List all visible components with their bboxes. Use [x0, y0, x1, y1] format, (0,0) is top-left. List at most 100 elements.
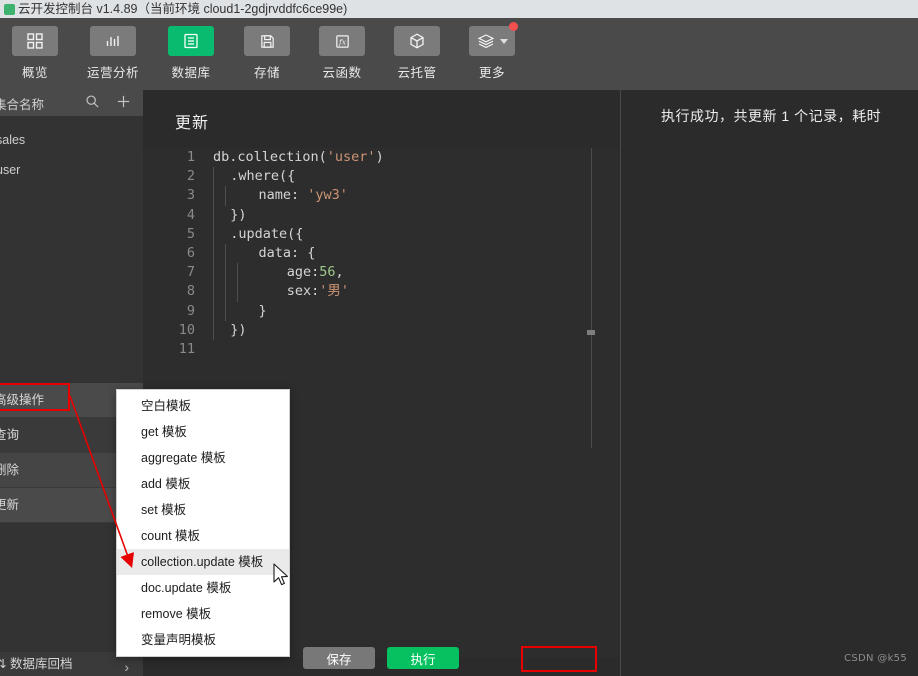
line-number: 10	[178, 321, 195, 338]
sidebar-header: 集合名称	[0, 90, 143, 116]
cloudbase-console-window: 云开发控制台 v1.4.89（当前环境 cloud1-2gdjrvddfc6ce…	[0, 0, 918, 676]
sidebar-header-title: 集合名称	[0, 97, 45, 112]
toolbar-item-database[interactable]: 数据库	[156, 26, 226, 81]
line-number: 1	[186, 149, 195, 165]
menu-item-template-1[interactable]: get 模板	[117, 419, 289, 445]
code-line: 4 })	[143, 205, 619, 225]
template-dropdown-menu: 空白模板 get 模板 aggregate 模板 add 模板 set 模板 count …	[116, 389, 290, 657]
code-line: 2 .where({	[143, 167, 619, 187]
indent-guide	[213, 263, 214, 283]
code-line: 10 })	[143, 320, 619, 340]
toolbar-label-cloudhosting: 云托管	[397, 66, 437, 80]
menu-item-template-0[interactable]: 空白模板	[117, 393, 289, 419]
toolbar-label-analytics: 运营分析	[86, 66, 139, 80]
toolbar-item-overview[interactable]: 概览	[0, 26, 70, 81]
line-number: 7	[186, 264, 195, 281]
menu-item-template-8[interactable]: remove 模板	[117, 601, 289, 627]
execution-result-message: 执行成功，共更新 1 个记录，耗时	[661, 108, 882, 124]
menu-item-label: remove 模板	[141, 607, 212, 621]
sort-arrows-icon: ⇅	[0, 657, 7, 671]
action-label: 更新	[0, 498, 20, 512]
toolbar-item-cloudfunction[interactable]: fx 云函数	[307, 26, 377, 81]
code-line: 8 sex:'男'	[143, 282, 619, 302]
svg-text:fx: fx	[337, 37, 346, 46]
function-fx-icon: fx	[319, 26, 365, 56]
database-restore-label: 数据库回档	[9, 657, 73, 671]
line-number: 8	[186, 283, 195, 300]
code-text: sex:'男'	[205, 282, 349, 302]
menu-item-label: add 模板	[141, 477, 191, 491]
indent-guide	[213, 243, 214, 264]
code-text: age:56,	[205, 263, 344, 283]
csdn-watermark: CSDN @k55	[844, 653, 907, 664]
search-icon[interactable]	[85, 94, 100, 114]
menu-item-template-7[interactable]: doc.update 模板	[117, 575, 289, 601]
run-button[interactable]: 执行	[387, 647, 459, 669]
line-number: 2	[186, 168, 195, 185]
line-number: 6	[186, 244, 195, 261]
code-text: }	[205, 301, 267, 321]
indent-guide	[213, 282, 214, 302]
line-number: 4	[186, 206, 195, 223]
line-number: 5	[186, 225, 195, 242]
toolbar-label-cloudfunction: 云函数	[322, 66, 362, 80]
collection-name: user	[0, 163, 21, 177]
indent-guide	[213, 301, 214, 321]
indent-guide	[225, 263, 226, 283]
cube-icon	[394, 26, 440, 56]
menu-item-template-9[interactable]: 变量声明模板	[117, 627, 289, 653]
code-line: 6 data: {	[143, 243, 619, 264]
code-line: 5 .update({	[143, 224, 619, 244]
code-line: 7 age:56,	[143, 263, 619, 283]
menu-item-label: 变量声明模板	[141, 633, 217, 647]
page-title: 更新	[175, 115, 210, 132]
toolbar-item-analytics[interactable]: 运营分析	[78, 26, 148, 81]
bar-chart-icon	[90, 26, 136, 56]
list-item[interactable]: user	[0, 155, 143, 185]
action-label: 高级操作	[0, 393, 45, 407]
code-text: db.collection('user')	[213, 149, 384, 165]
toolbar-item-storage[interactable]: 存储	[232, 26, 302, 81]
code-line: 3 name: 'yw3'	[143, 186, 619, 206]
toolbar-item-cloudhosting[interactable]: 云托管	[382, 26, 452, 81]
menu-item-label: count 模板	[141, 529, 201, 543]
window-title-bar: 云开发控制台 v1.4.89（当前环境 cloud1-2gdjrvddfc6ce…	[0, 0, 918, 18]
menu-item-template-3[interactable]: add 模板	[117, 471, 289, 497]
collection-name: sales	[0, 133, 26, 147]
toolbar-label-more: 更多	[478, 66, 505, 80]
cloud-logo-icon	[4, 4, 15, 15]
menu-item-label: collection.update 模板	[141, 555, 264, 569]
collection-list: sales user	[0, 116, 143, 185]
menu-item-template-4[interactable]: set 模板	[117, 497, 289, 523]
menu-item-label: aggregate 模板	[141, 451, 226, 465]
line-number: 3	[186, 187, 195, 204]
toolbar-label-storage: 存储	[253, 66, 280, 80]
editor-scrollbar-thumb[interactable]	[587, 330, 595, 335]
menu-item-template-6[interactable]: collection.update 模板	[117, 549, 289, 575]
menu-item-template-2[interactable]: aggregate 模板	[117, 445, 289, 471]
action-label: 删除	[0, 463, 20, 477]
code-text: name: 'yw3'	[205, 186, 348, 206]
toolbar-item-more[interactable]: 更多	[457, 22, 527, 81]
list-item[interactable]: sales	[0, 125, 143, 155]
database-icon	[168, 26, 214, 56]
chevron-right-icon: ›	[124, 659, 129, 675]
plus-icon[interactable]	[116, 94, 131, 114]
menu-item-template-5[interactable]: count 模板	[117, 523, 289, 549]
layers-icon	[469, 22, 518, 56]
menu-item-label: 空白模板	[141, 399, 192, 413]
chevron-down-icon	[499, 38, 508, 44]
main-toolbar: 概览 运营分析 数据库 存储 fx 云函数 云托管 更多	[0, 18, 918, 90]
result-pane: 执行成功，共更新 1 个记录，耗时 CSDN @k55	[620, 90, 918, 676]
code-text: data: {	[205, 243, 315, 264]
menu-item-label: get 模板	[141, 425, 187, 439]
toolbar-label-database: 数据库	[171, 66, 211, 80]
save-button[interactable]: 保存	[303, 647, 375, 669]
code-text: })	[205, 205, 247, 225]
line-number: 11	[178, 340, 195, 357]
indent-guide	[225, 282, 226, 302]
code-line: 1 db.collection('user')	[143, 148, 619, 167]
indent-guide	[213, 186, 214, 206]
notification-badge	[509, 22, 518, 31]
